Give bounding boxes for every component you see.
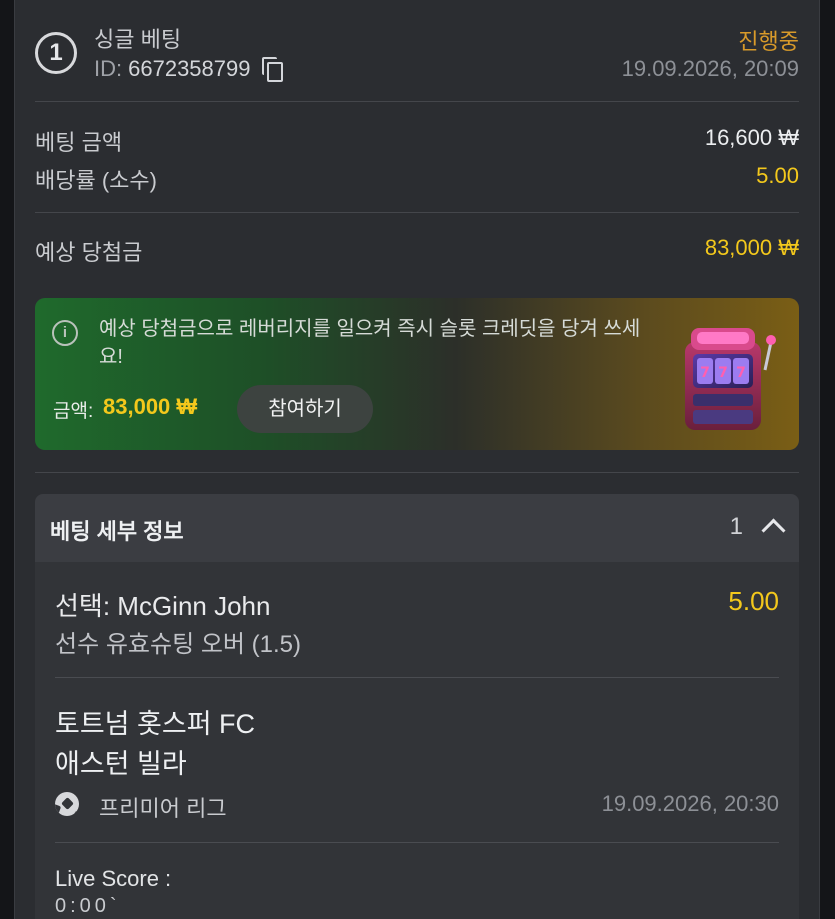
promo-amount-label: 금액:: [53, 401, 94, 422]
bet-type: 싱글 베팅: [94, 27, 182, 52]
odds-row: 배당률 (소수) 5.00: [35, 163, 799, 193]
divider: [35, 212, 799, 213]
bet-status: 진행중: [738, 29, 799, 54]
bet-details-body: 선택: McGinn John 5.00 선수 유효슈팅 오버 (1.5) 토트…: [35, 562, 799, 919]
bet-card: 1 싱글 베팅 ID: 6672358799 진행중 19.09.2026, 2…: [14, 0, 820, 919]
join-button[interactable]: 참여하기: [237, 385, 373, 433]
info-icon: i: [52, 320, 78, 346]
selection-odds: 5.00: [728, 586, 779, 616]
selection-name: 선택: McGinn John: [55, 591, 271, 621]
svg-text:7: 7: [718, 365, 728, 381]
match-datetime: 19.09.2026, 20:30: [601, 791, 779, 816]
market-name: 선수 유효슈팅 오버 (1.5): [55, 631, 301, 658]
odds-label: 배당률 (소수): [35, 168, 157, 193]
slot-credit-promo-banner: i 예상 당첨금으로 레버리지를 일으켜 즉시 슬롯 크레딧을 당겨 쓰세요! …: [35, 298, 799, 450]
league-row: 프리미어 리그 19.09.2026, 20:30: [55, 790, 779, 821]
stake-label: 베팅 금액: [35, 130, 123, 155]
bet-id-label: ID:: [94, 56, 123, 81]
promo-amount-value: 83,000 ₩: [103, 394, 198, 419]
svg-text:7: 7: [700, 365, 710, 381]
divider: [35, 101, 799, 102]
stake-row: 베팅 금액 16,600 ₩: [35, 125, 799, 155]
home-team: 토트넘 홋스퍼 FC: [55, 709, 256, 739]
potential-win-row: 예상 당첨금 83,000 ₩: [35, 235, 799, 265]
bet-number-badge: 1: [35, 32, 77, 74]
divider: [55, 677, 779, 678]
stake-value: 16,600 ₩: [704, 125, 799, 150]
slot-machine-icon: 7 7 7: [685, 328, 776, 430]
bet-header: 1 싱글 베팅 ID: 6672358799 진행중 19.09.2026, 2…: [35, 22, 799, 86]
live-score-value: 0:00`: [55, 895, 121, 917]
promo-message: 예상 당첨금으로 레버리지를 일으켜 즉시 슬롯 크레딧을 당겨 쓰세요!: [99, 318, 641, 368]
bet-datetime: 19.09.2026, 20:09: [621, 56, 799, 81]
away-team: 애스턴 빌라: [55, 749, 187, 779]
bet-details-title: 베팅 세부 정보: [50, 519, 184, 544]
league-name: 프리미어 리그: [99, 796, 227, 821]
svg-text:7: 7: [736, 365, 746, 381]
odds-value: 5.00: [756, 163, 799, 188]
copy-icon[interactable]: [262, 57, 284, 82]
soccer-ball-icon: [55, 792, 79, 816]
divider: [35, 472, 799, 473]
divider: [55, 842, 779, 843]
chevron-up-icon[interactable]: [761, 518, 786, 543]
potential-win-label: 예상 당첨금: [35, 240, 143, 265]
bet-details-header[interactable]: 베팅 세부 정보 1: [35, 494, 799, 562]
bet-id-value: 6672358799: [128, 56, 251, 81]
potential-win-value: 83,000 ₩: [704, 235, 799, 260]
selection-count: 1: [729, 513, 743, 540]
live-score-label: Live Score :: [55, 866, 172, 891]
bet-id-row: ID: 6672358799: [94, 56, 284, 82]
